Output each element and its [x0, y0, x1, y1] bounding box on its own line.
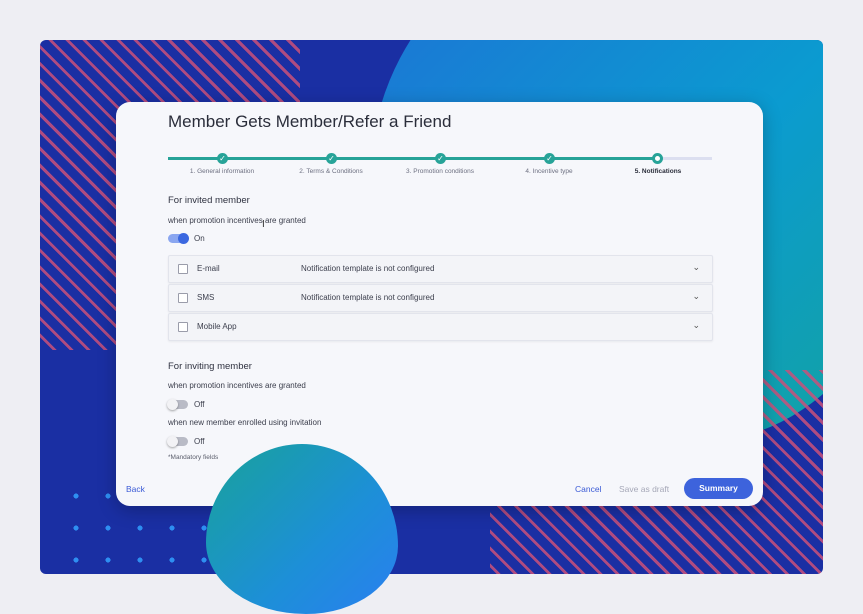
inviting-incentive-toggle-label: Off: [194, 400, 205, 409]
chevron-down-icon[interactable]: ⌄: [692, 320, 700, 331]
step-label[interactable]: 2. Terms & Conditions: [299, 168, 362, 175]
inviting-incentive-toggle[interactable]: [167, 399, 188, 410]
channel-row-email[interactable]: E-mail Notification template is not conf…: [168, 255, 713, 283]
channel-row-mobile-app[interactable]: Mobile App ⌄: [168, 313, 713, 341]
inviting-section-title: For inviting member: [168, 361, 252, 372]
page-title: Member Gets Member/Refer a Friend: [168, 112, 452, 131]
check-icon[interactable]: ✓: [217, 153, 228, 164]
inviting-enrolled-label: when new member enrolled using invitatio…: [168, 418, 322, 427]
inviting-enrolled-toggle[interactable]: [167, 436, 188, 447]
email-checkbox[interactable]: [178, 264, 188, 274]
toggle-knob: [167, 436, 178, 447]
invited-trigger-label: when promotion incentives are granted: [168, 216, 306, 225]
toggle-knob: [167, 399, 178, 410]
cancel-button[interactable]: Cancel: [575, 484, 601, 494]
chevron-down-icon[interactable]: ⌄: [692, 291, 700, 302]
inviting-enrolled-toggle-label: Off: [194, 437, 205, 446]
channel-status: Notification template is not configured: [301, 293, 435, 302]
sms-checkbox[interactable]: [178, 293, 188, 303]
step-label[interactable]: 1. General information: [190, 168, 254, 175]
check-icon[interactable]: ✓: [544, 153, 555, 164]
step-label[interactable]: 3. Promotion conditions: [406, 168, 474, 175]
check-icon[interactable]: ✓: [326, 153, 337, 164]
stepper-progress: [168, 157, 658, 160]
summary-button[interactable]: Summary: [684, 478, 753, 499]
current-step-indicator[interactable]: [652, 153, 663, 164]
mandatory-fields-note: *Mandatory fields: [168, 454, 219, 461]
chevron-down-icon[interactable]: ⌄: [692, 262, 700, 273]
invited-toggle[interactable]: [168, 233, 189, 244]
text-cursor-icon: I: [262, 219, 265, 230]
step-label[interactable]: 5. Notifications: [635, 168, 682, 175]
check-icon[interactable]: ✓: [435, 153, 446, 164]
toggle-knob: [178, 233, 189, 244]
invited-toggle-label: On: [194, 234, 205, 243]
channel-name: E-mail: [197, 264, 220, 273]
channel-status: Notification template is not configured: [301, 264, 435, 273]
inviting-trigger-label: when promotion incentives are granted: [168, 381, 306, 390]
mobile-app-checkbox[interactable]: [178, 322, 188, 332]
back-button[interactable]: Back: [126, 484, 145, 494]
step-label[interactable]: 4. Incentive type: [525, 168, 572, 175]
invited-section-title: For invited member: [168, 195, 250, 206]
channel-name: SMS: [197, 293, 215, 302]
channel-name: Mobile App: [197, 322, 237, 331]
stepper: ✓ 1. General information ✓ 2. Terms & Co…: [168, 152, 712, 182]
save-as-draft-button[interactable]: Save as draft: [619, 484, 669, 494]
wizard-card: Member Gets Member/Refer a Friend ✓ 1. G…: [116, 102, 763, 506]
channel-row-sms[interactable]: SMS Notification template is not configu…: [168, 284, 713, 312]
